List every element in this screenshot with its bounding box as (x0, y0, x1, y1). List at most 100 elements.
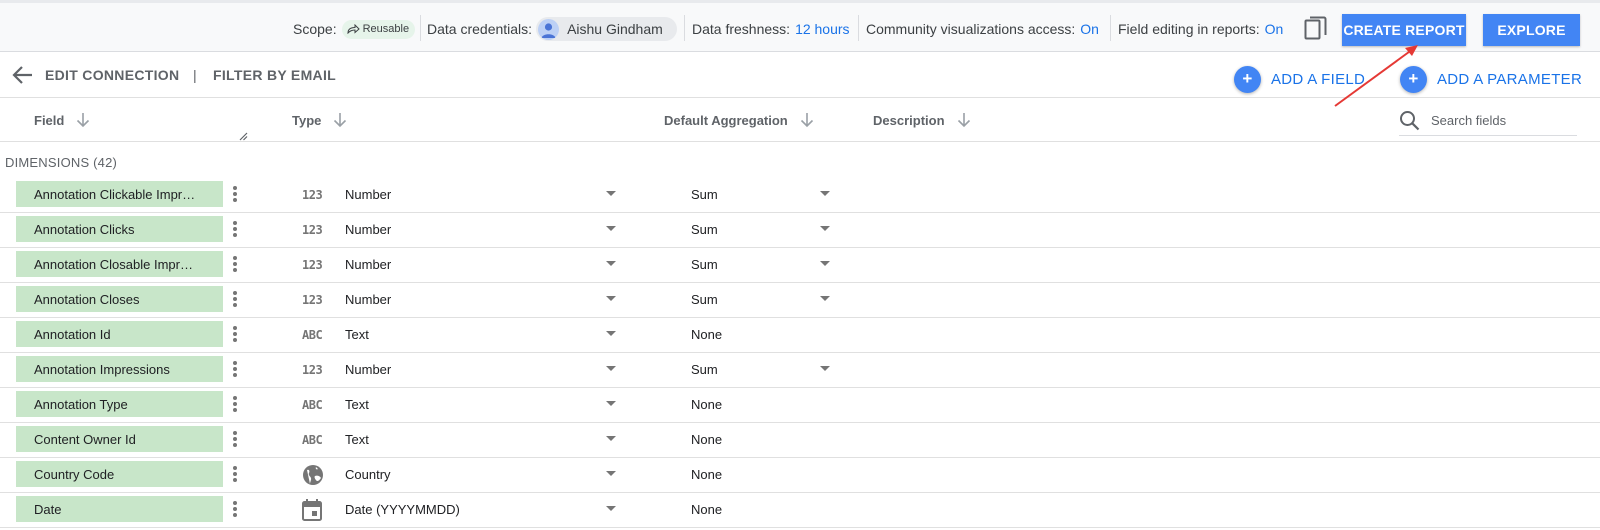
back-arrow-icon[interactable] (12, 65, 34, 90)
number-type-icon: 123 (302, 258, 323, 272)
aggregation-select: None (691, 467, 723, 482)
field-editing-section[interactable]: Field editing in reports: On (1118, 3, 1283, 55)
type-dropdown-arrow-icon[interactable] (606, 191, 616, 196)
community-vis-section[interactable]: Community visualizations access: On (866, 3, 1099, 55)
type-dropdown-arrow-icon[interactable] (606, 226, 616, 231)
type-dropdown-arrow-icon[interactable] (606, 331, 616, 336)
type-dropdown-arrow-icon[interactable] (606, 506, 616, 511)
type-select[interactable]: Country (345, 458, 391, 491)
field-editing-value[interactable]: On (1265, 21, 1284, 37)
field-name-chip[interactable]: Country Code (16, 461, 223, 487)
table-row: Content Owner Id ABC Text None (0, 423, 1600, 458)
type-select[interactable]: Number (345, 283, 391, 316)
text-type-icon: ABC (302, 433, 323, 447)
divider (684, 15, 685, 41)
number-type-icon: 123 (302, 223, 323, 237)
divider (1110, 15, 1111, 41)
share-arrow-icon (347, 24, 360, 34)
column-resize-handle[interactable] (239, 128, 248, 146)
field-name-chip[interactable]: Annotation Clicks (16, 216, 223, 242)
more-options-icon[interactable] (230, 219, 240, 239)
type-select[interactable]: Number (345, 353, 391, 386)
aggregation-select[interactable]: Sum (691, 213, 718, 246)
data-source-name[interactable]: FILTER BY EMAIL (213, 52, 336, 98)
table-row: Annotation Id ABC Text None (0, 318, 1600, 353)
number-type-icon: 123 (302, 188, 323, 202)
create-report-button[interactable]: CREATE REPORT (1342, 14, 1466, 46)
sort-arrow-icon[interactable] (333, 112, 347, 128)
type-select[interactable]: Number (345, 178, 391, 211)
aggregation-select: None (691, 432, 723, 447)
aggregation-select[interactable]: Sum (691, 248, 718, 281)
type-select[interactable]: Date (YYYYMMDD) (345, 493, 460, 526)
field-name-chip[interactable]: Content Owner Id (16, 426, 223, 452)
type-select[interactable]: Text (345, 388, 369, 421)
field-name-chip[interactable]: Annotation Id (16, 321, 223, 347)
aggregation-dropdown-arrow-icon[interactable] (820, 296, 830, 301)
add-parameter-button[interactable]: + ADD A PARAMETER (1400, 64, 1582, 94)
column-header-description-label: Description (873, 112, 945, 128)
explore-button[interactable]: EXPLORE (1483, 14, 1580, 46)
credentials-user-chip[interactable]: Aishu Gindham (536, 17, 677, 41)
more-options-icon[interactable] (230, 359, 240, 379)
type-dropdown-arrow-icon[interactable] (606, 401, 616, 406)
dimensions-section-label: DIMENSIONS (42) (5, 154, 118, 170)
divider (420, 15, 421, 41)
aggregation-dropdown-arrow-icon[interactable] (820, 226, 830, 231)
add-parameter-label: ADD A PARAMETER (1437, 70, 1583, 88)
table-row: Annotation Closes 123 Number Sum (0, 283, 1600, 318)
more-options-icon[interactable] (230, 394, 240, 414)
more-options-icon[interactable] (230, 499, 240, 519)
aggregation-dropdown-arrow-icon[interactable] (820, 261, 830, 266)
field-name-chip[interactable]: Annotation Type (16, 391, 223, 417)
scope-badge[interactable]: Reusable (341, 19, 416, 39)
field-name-chip[interactable]: Annotation Closable Impr… (16, 251, 223, 277)
freshness-value[interactable]: 12 hours (795, 21, 849, 37)
fields-table-body: Annotation Clickable Impr… 123 Number Su… (0, 178, 1600, 528)
community-vis-label: Community visualizations access: (866, 21, 1076, 37)
search-fields[interactable] (1399, 106, 1577, 136)
table-row: Country Code Country None (0, 458, 1600, 493)
number-type-icon: 123 (302, 293, 323, 307)
sort-arrow-icon[interactable] (957, 112, 971, 128)
column-header-aggregation[interactable]: Default Aggregation (664, 98, 814, 142)
add-field-button[interactable]: + ADD A FIELD (1234, 64, 1365, 94)
edit-connection-link[interactable]: EDIT CONNECTION (45, 52, 179, 98)
type-select[interactable]: Text (345, 318, 369, 351)
type-dropdown-arrow-icon[interactable] (606, 436, 616, 441)
copy-icon[interactable] (1304, 16, 1328, 48)
type-select[interactable]: Number (345, 213, 391, 246)
aggregation-select[interactable]: Sum (691, 283, 718, 316)
more-options-icon[interactable] (230, 464, 240, 484)
sort-arrow-icon[interactable] (800, 112, 814, 128)
freshness-section[interactable]: Data freshness: 12 hours (692, 3, 850, 55)
type-select[interactable]: Number (345, 248, 391, 281)
aggregation-select[interactable]: Sum (691, 178, 718, 211)
search-input[interactable] (1431, 113, 1561, 128)
aggregation-dropdown-arrow-icon[interactable] (820, 191, 830, 196)
aggregation-dropdown-arrow-icon[interactable] (820, 366, 830, 371)
field-name-chip[interactable]: Annotation Impressions (16, 356, 223, 382)
more-options-icon[interactable] (230, 324, 240, 344)
type-dropdown-arrow-icon[interactable] (606, 471, 616, 476)
community-vis-value[interactable]: On (1080, 21, 1099, 37)
type-select[interactable]: Text (345, 423, 369, 456)
search-icon (1400, 111, 1420, 131)
more-options-icon[interactable] (230, 184, 240, 204)
field-name-chip[interactable]: Annotation Closes (16, 286, 223, 312)
column-header-field[interactable]: Field (34, 98, 90, 142)
type-dropdown-arrow-icon[interactable] (606, 366, 616, 371)
type-dropdown-arrow-icon[interactable] (606, 296, 616, 301)
type-dropdown-arrow-icon[interactable] (606, 261, 616, 266)
column-header-description[interactable]: Description (873, 98, 971, 142)
credentials-user-name: Aishu Gindham (567, 21, 663, 37)
aggregation-select[interactable]: Sum (691, 353, 718, 386)
sort-arrow-icon[interactable] (76, 112, 90, 128)
more-options-icon[interactable] (230, 429, 240, 449)
column-header-type[interactable]: Type (292, 98, 347, 142)
field-name-chip[interactable]: Date (16, 496, 223, 522)
more-options-icon[interactable] (230, 289, 240, 309)
field-name-chip[interactable]: Annotation Clickable Impr… (16, 181, 223, 207)
more-options-icon[interactable] (230, 254, 240, 274)
aggregation-select: None (691, 327, 723, 342)
